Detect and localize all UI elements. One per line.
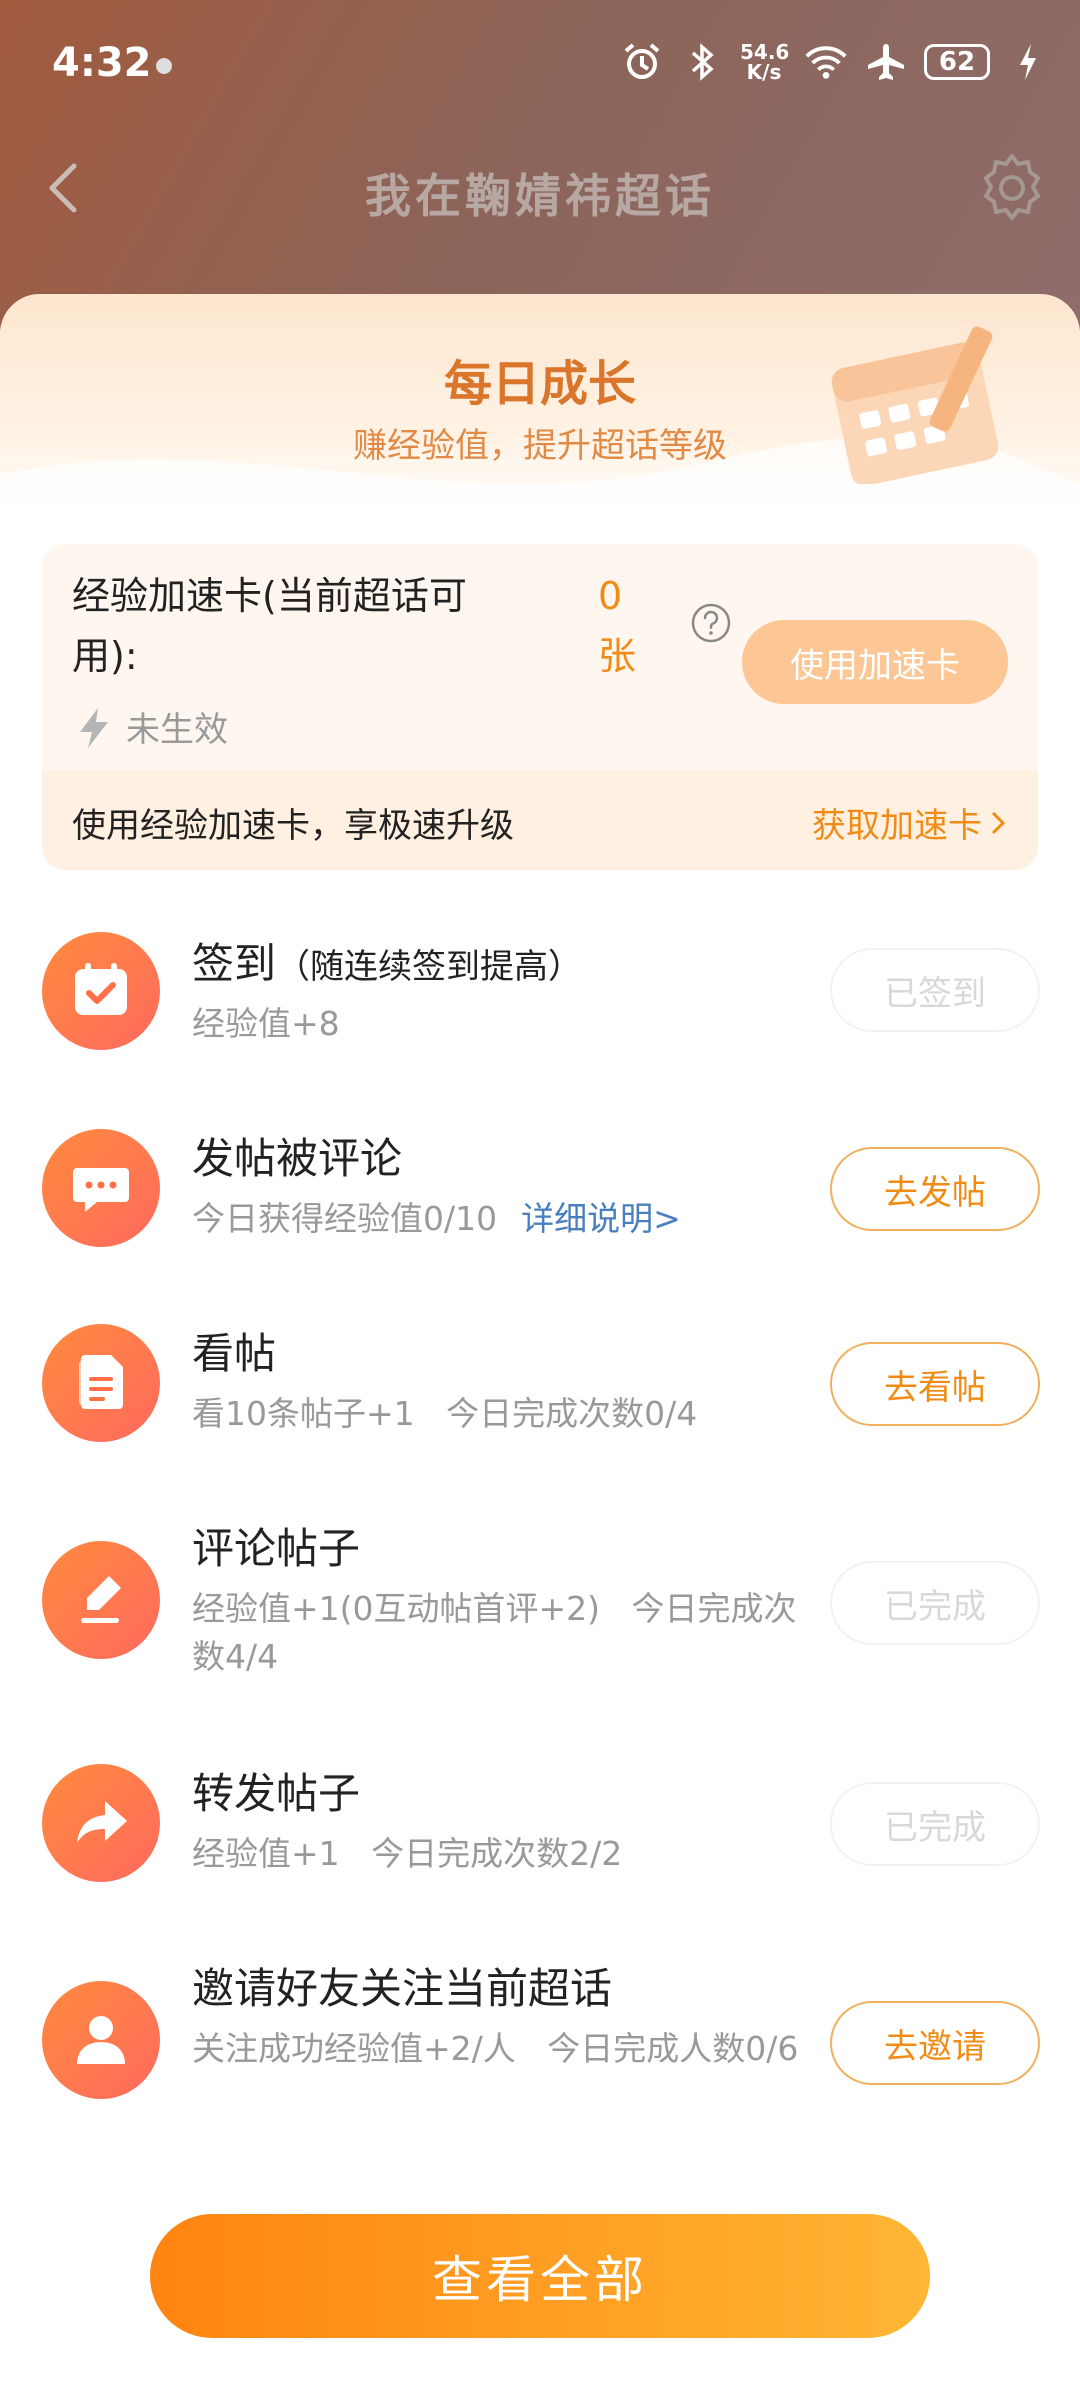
charging-icon [1006, 40, 1050, 84]
use-boost-card-button[interactable]: 使用加速卡 [742, 620, 1008, 704]
status-time: 4:32 [52, 40, 152, 86]
go-read-button[interactable]: 去看帖 [830, 1342, 1040, 1426]
task-sign-in: 签到（随连续签到提高） 经验值+8 已签到 [0, 920, 1080, 1060]
task-repost: 转发帖子 经验值+1 今日完成次数2/2 已完成 [0, 1750, 1080, 1890]
task-description: 看10条帖子+1 今日完成次数0/4 [192, 1394, 698, 1433]
bluetooth-icon [680, 40, 724, 84]
task-title: 发帖被评论 [192, 1134, 403, 1183]
lightning-icon [76, 706, 112, 750]
navigation-bar: 我在鞠婧祎超话 [0, 140, 1080, 250]
boost-card-panel: 经验加速卡(当前超话可用): 0 张 使用加速卡 未生效 使用经验加速卡，享极速… [42, 544, 1038, 870]
task-title: 评论帖子 [192, 1524, 361, 1573]
go-post-button[interactable]: 去发帖 [830, 1147, 1040, 1231]
task-title: 转发帖子 [192, 1769, 361, 1818]
task-description: 今日获得经验值0/10 详细说明> [192, 1199, 681, 1238]
view-all-button[interactable]: 查看全部 [150, 2214, 930, 2338]
page-title: 我在鞠婧祎超话 [365, 169, 715, 223]
calendar-pencil-icon [820, 304, 1020, 486]
details-link[interactable]: 详细说明> [521, 1199, 681, 1238]
task-description: 经验值+1(0互动帖首评+2) 今日完成次数4/4 [192, 1589, 797, 1676]
boost-card-count: 0 张 [598, 574, 637, 678]
go-invite-button[interactable]: 去邀请 [830, 2001, 1040, 2085]
help-icon[interactable] [690, 602, 732, 644]
daily-growth-banner: 每日成长 赚经验值，提升超话等级 [0, 294, 1080, 526]
share-arrow-icon [42, 1764, 160, 1882]
task-description: 经验值+1 今日完成次数2/2 [192, 1834, 623, 1873]
person-icon [42, 1981, 160, 2099]
task-read-posts: 看帖 看10条帖子+1 今日完成次数0/4 去看帖 [0, 1310, 1080, 1450]
gear-icon[interactable] [974, 150, 1050, 226]
network-speed: 54.6 K/s [740, 40, 790, 84]
task-description: 经验值+8 [192, 1004, 340, 1043]
alarm-icon [620, 40, 664, 84]
edit-icon [42, 1541, 160, 1659]
boost-footer: 使用经验加速卡，享极速升级 获取加速卡 [42, 770, 1038, 870]
task-title: 签到（随连续签到提高） [192, 939, 583, 988]
boost-status: 未生效 [126, 710, 228, 750]
battery-indicator: 62 [924, 44, 990, 80]
task-title: 邀请好友关注当前超话 [192, 1964, 613, 2013]
get-boost-card-link[interactable]: 获取加速卡 [812, 798, 1008, 847]
document-icon [42, 1324, 160, 1442]
task-title: 看帖 [192, 1329, 277, 1378]
task-invite-friends: 邀请好友关注当前超话 关注成功经验值+2/人 今日完成人数0/6 去邀请 [0, 1945, 1080, 2135]
boost-card-label: 经验加速卡(当前超话可用): [72, 574, 467, 678]
task-description: 关注成功经验值+2/人 今日完成人数0/6 [192, 2029, 799, 2068]
notification-dot-icon [156, 58, 172, 74]
airplane-mode-icon [864, 40, 908, 84]
boost-footer-text: 使用经验加速卡，享极速升级 [72, 806, 514, 846]
completed-button[interactable]: 已完成 [830, 1782, 1040, 1866]
task-post-commented: 发帖被评论 今日获得经验值0/10 详细说明> 去发帖 [0, 1115, 1080, 1255]
signed-in-button[interactable]: 已签到 [830, 948, 1040, 1032]
chat-bubble-icon [42, 1129, 160, 1247]
completed-button[interactable]: 已完成 [830, 1561, 1040, 1645]
status-bar: 4:32 54.6 K/s 62 [0, 0, 1080, 130]
wifi-icon [804, 40, 848, 84]
calendar-check-icon [42, 932, 160, 1050]
task-comment-posts: 评论帖子 经验值+1(0互动帖首评+2) 今日完成次数4/4 已完成 [0, 1505, 1080, 1695]
